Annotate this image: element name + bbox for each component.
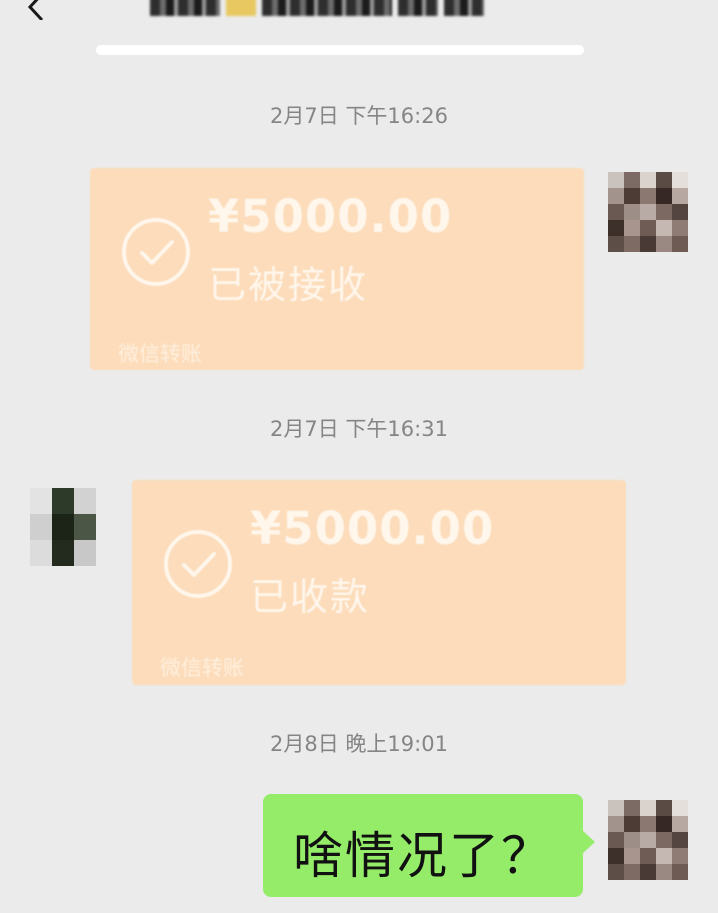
- message-text: 啥情况了？: [293, 827, 553, 885]
- message-timestamp: 2月7日 下午16:26: [270, 104, 448, 128]
- avatar-other[interactable]: [30, 488, 96, 566]
- transfer-amount: ¥5000.00: [250, 502, 495, 555]
- avatar-self[interactable]: [608, 800, 688, 880]
- avatar-self[interactable]: [608, 172, 688, 252]
- transfer-card-sent[interactable]: ¥5000.00 已被接收 微信转账: [90, 168, 584, 370]
- transfer-status: 已收款: [250, 575, 371, 619]
- transfer-card-received[interactable]: ¥5000.00 已收款 微信转账: [132, 480, 626, 685]
- message-timestamp: 2月8日 晚上19:01: [270, 732, 448, 756]
- transfer-footer-label: 微信转账: [160, 656, 244, 680]
- header-divider: [96, 45, 584, 55]
- chat-header: [0, 0, 718, 40]
- text-message-bubble[interactable]: 啥情况了？: [263, 794, 595, 897]
- transfer-status: 已被接收: [208, 263, 369, 307]
- check-circle-icon: [122, 218, 190, 286]
- message-timestamp: 2月7日 下午16:31: [270, 417, 448, 441]
- more-dots-icon[interactable]: [644, 0, 684, 6]
- chat-title-obscured: [150, 0, 530, 18]
- transfer-amount: ¥5000.00: [208, 190, 453, 243]
- chevron-left-icon[interactable]: [22, 0, 48, 20]
- check-circle-icon: [164, 530, 232, 598]
- transfer-footer-label: 微信转账: [118, 342, 202, 366]
- bubble-tail: [582, 830, 595, 854]
